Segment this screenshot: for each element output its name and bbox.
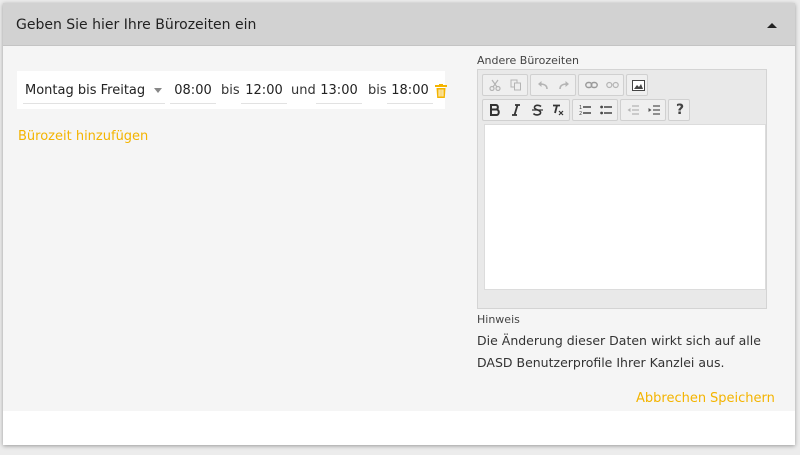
panel-title: Geben Sie hier Ihre Bürozeiten ein — [16, 17, 257, 33]
end-time-2-input[interactable]: 18:00 — [387, 76, 433, 104]
help-icon: ? — [675, 102, 685, 118]
indent-icon — [648, 105, 660, 115]
bold-icon — [490, 104, 500, 116]
copy-button[interactable] — [505, 75, 527, 95]
redo-icon — [559, 81, 569, 90]
redo-button[interactable] — [553, 75, 575, 95]
unlink-icon — [605, 81, 619, 89]
clear-format-button[interactable] — [547, 100, 569, 120]
outdent-button[interactable] — [622, 100, 644, 120]
image-icon — [631, 79, 645, 91]
copy-icon — [510, 79, 521, 91]
panel-footer — [3, 411, 795, 445]
svg-text:2: 2 — [579, 111, 582, 116]
clipboard-group — [482, 74, 528, 96]
image-group — [626, 74, 648, 96]
bulleted-list-button[interactable] — [595, 100, 617, 120]
link-button[interactable] — [580, 75, 602, 95]
indent-group — [620, 99, 666, 121]
days-select-value: Montag bis Freitag — [25, 83, 146, 98]
numbered-list-button[interactable]: 12 — [574, 100, 596, 120]
italic-icon — [512, 104, 520, 116]
hint-text: Die Änderung dieser Daten wirkt sich auf… — [477, 333, 761, 370]
panel-header: Geben Sie hier Ihre Bürozeiten ein — [3, 3, 795, 46]
office-hours-row: Montag bis Freitag 08:00 bis 12:00 und 1… — [17, 71, 447, 109]
bis-label-2: bis — [368, 83, 387, 98]
save-button[interactable]: Speichern — [710, 391, 775, 406]
start-time-1-input[interactable]: 08:00 — [170, 76, 216, 104]
bold-button[interactable] — [484, 100, 506, 120]
strikethrough-icon — [531, 104, 543, 116]
rich-text-editor: 12 ? — [477, 69, 767, 309]
clear-format-icon — [553, 104, 564, 116]
office-hours-panel: Geben Sie hier Ihre Bürozeiten ein Monta… — [3, 3, 795, 445]
numbered-list-icon: 12 — [579, 105, 591, 116]
bulleted-list-icon — [600, 105, 612, 115]
history-group — [530, 74, 576, 96]
chevron-up-icon — [767, 23, 777, 28]
outdent-icon — [627, 105, 639, 115]
caret-down-icon — [154, 88, 162, 93]
delete-row-button[interactable] — [435, 84, 447, 98]
link-icon — [584, 81, 598, 89]
cut-icon — [489, 79, 501, 91]
link-group — [578, 74, 624, 96]
start-time-2-input[interactable]: 13:00 — [316, 76, 362, 104]
cut-button[interactable] — [484, 75, 506, 95]
other-hours-editor[interactable] — [484, 124, 766, 290]
help-button[interactable]: ? — [669, 100, 691, 120]
end-time-1-input[interactable]: 12:00 — [241, 76, 287, 104]
undo-button[interactable] — [532, 75, 554, 95]
italic-button[interactable] — [505, 100, 527, 120]
cancel-button[interactable]: Abbrechen — [636, 391, 706, 406]
trash-icon — [435, 84, 447, 98]
days-select[interactable]: Montag bis Freitag — [23, 76, 165, 104]
unlink-button[interactable] — [601, 75, 623, 95]
undo-icon — [538, 81, 548, 90]
bis-label-1: bis — [221, 83, 240, 98]
indent-button[interactable] — [643, 100, 665, 120]
collapse-button[interactable] — [761, 14, 783, 36]
other-hours-label: Andere Bürozeiten — [477, 54, 579, 67]
hint-label: Hinweis — [477, 313, 520, 326]
image-button[interactable] — [627, 75, 649, 95]
strikethrough-button[interactable] — [526, 100, 548, 120]
help-group: ? — [668, 99, 690, 121]
add-office-hours-link[interactable]: Bürozeit hinzufügen — [18, 129, 148, 144]
format-group — [482, 99, 570, 121]
list-group: 12 — [572, 99, 618, 121]
und-label: und — [291, 83, 316, 98]
